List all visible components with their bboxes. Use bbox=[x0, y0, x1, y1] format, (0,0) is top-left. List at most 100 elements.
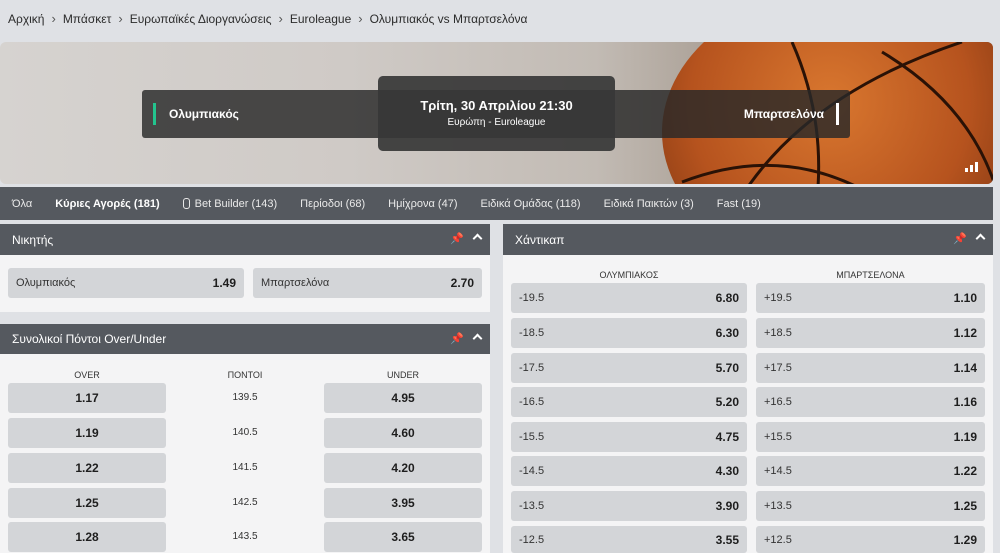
handicap-line: -14.5 bbox=[519, 465, 545, 477]
odd-value: 1.17 bbox=[75, 391, 99, 405]
odd-button-over[interactable]: 1.17 bbox=[8, 383, 166, 413]
market-tabs: Όλα Κύριες Αγορές (181) Bet Builder (143… bbox=[0, 187, 993, 220]
column-header-points: ΠΟΝΤΟΙ bbox=[227, 370, 263, 380]
winner-market-header[interactable]: Νικητής 📌 bbox=[0, 224, 490, 255]
odd-value: 3.95 bbox=[391, 496, 415, 510]
handicap-line: +15.5 bbox=[764, 431, 792, 443]
handicap-odd-home[interactable]: -19.5 6.80 bbox=[511, 283, 747, 313]
chevron-right-icon: › bbox=[118, 11, 123, 26]
totals-market-header[interactable]: Συνολικοί Πόντοι Over/Under 📌 bbox=[0, 324, 490, 354]
winner-market-title: Νικητής bbox=[12, 232, 54, 247]
away-team-name: Μπαρτσελόνα bbox=[744, 90, 850, 138]
odd-button-under[interactable]: 3.95 bbox=[324, 488, 482, 518]
odd-value: 4.20 bbox=[391, 461, 415, 475]
handicap-odd-home[interactable]: -18.5 6.30 bbox=[511, 318, 747, 348]
handicap-odd-away[interactable]: +15.5 1.19 bbox=[756, 422, 985, 452]
tab-halves[interactable]: Ημίχρονα (47) bbox=[388, 198, 457, 210]
handicap-odd-home[interactable]: -15.5 4.75 bbox=[511, 422, 747, 452]
tab-fast[interactable]: Fast (19) bbox=[717, 198, 761, 210]
handicap-line: +12.5 bbox=[764, 533, 792, 546]
match-competition: Ευρώπη - Euroleague bbox=[447, 117, 546, 128]
odd-button-under[interactable]: 3.65 bbox=[324, 522, 482, 552]
odd-value: 4.95 bbox=[391, 391, 415, 405]
tab-main-markets[interactable]: Κύριες Αγορές (181) bbox=[55, 198, 159, 210]
handicap-line: -18.5 bbox=[519, 327, 545, 339]
points-line: 141.5 bbox=[232, 462, 258, 473]
handicap-line: -15.5 bbox=[519, 431, 545, 443]
selection-label: Ολυμπιακός bbox=[16, 277, 76, 289]
match-hero: Ολυμπιακός Μπαρτσελόνα Τρίτη, 30 Απριλίο… bbox=[0, 42, 993, 184]
chevron-right-icon: › bbox=[51, 11, 56, 26]
odd-value: 4.75 bbox=[715, 430, 739, 444]
odd-value: 3.90 bbox=[715, 499, 739, 513]
chevron-right-icon: › bbox=[278, 11, 283, 26]
handicap-line: +19.5 bbox=[764, 292, 792, 304]
odd-button-under[interactable]: 4.20 bbox=[324, 453, 482, 483]
handicap-line: +14.5 bbox=[764, 465, 792, 477]
odd-button-over[interactable]: 1.19 bbox=[8, 418, 166, 448]
tab-team-specials[interactable]: Ειδικά Ομάδας (118) bbox=[481, 198, 581, 210]
odd-value: 2.70 bbox=[450, 276, 474, 290]
handicap-odd-home[interactable]: -12.5 3.55 bbox=[511, 526, 747, 553]
odd-value: 1.12 bbox=[953, 326, 977, 340]
handicap-odd-home[interactable]: -13.5 3.90 bbox=[511, 491, 747, 521]
handicap-odd-away[interactable]: +17.5 1.14 bbox=[756, 353, 985, 383]
odd-value: 3.65 bbox=[391, 530, 415, 544]
tab-player-specials[interactable]: Ειδικά Παικτών (3) bbox=[604, 198, 694, 210]
handicap-odd-home[interactable]: -14.5 4.30 bbox=[511, 456, 747, 486]
odd-button-under[interactable]: 4.95 bbox=[324, 383, 482, 413]
odd-value: 1.49 bbox=[212, 276, 236, 290]
stats-icon[interactable] bbox=[965, 162, 979, 172]
handicap-line: -17.5 bbox=[519, 362, 545, 374]
odd-button-home-win[interactable]: Ολυμπιακός 1.49 bbox=[8, 268, 244, 298]
breadcrumb-euroleague[interactable]: Euroleague bbox=[290, 12, 351, 26]
pin-icon[interactable]: 📌 bbox=[450, 234, 464, 245]
odd-value: 1.22 bbox=[75, 461, 99, 475]
handicap-odd-away[interactable]: +14.5 1.22 bbox=[756, 456, 985, 486]
handicap-line: -19.5 bbox=[519, 292, 545, 304]
odd-button-away-win[interactable]: Μπαρτσελόνα 2.70 bbox=[253, 268, 482, 298]
odd-value: 5.20 bbox=[715, 395, 739, 409]
points-line: 139.5 bbox=[232, 392, 258, 403]
odd-button-over[interactable]: 1.22 bbox=[8, 453, 166, 483]
handicap-odd-home[interactable]: -16.5 5.20 bbox=[511, 387, 747, 417]
odd-button-over[interactable]: 1.25 bbox=[8, 488, 166, 518]
odd-value: 1.14 bbox=[953, 361, 977, 375]
winner-market: Νικητής 📌 Ολυμπιακός 1.49 Μπαρτσελόνα 2.… bbox=[0, 224, 490, 312]
tab-all[interactable]: Όλα bbox=[12, 198, 32, 210]
breadcrumb-basketball[interactable]: Μπάσκετ bbox=[63, 12, 112, 26]
odd-button-over[interactable]: 1.28 bbox=[8, 522, 166, 552]
odd-value: 4.30 bbox=[715, 464, 739, 478]
handicap-odd-away[interactable]: +16.5 1.16 bbox=[756, 387, 985, 417]
handicap-line: -13.5 bbox=[519, 500, 545, 512]
column-header-away: ΜΠΑΡΤΣΕΛΟΝΑ bbox=[836, 270, 905, 280]
points-line: 142.5 bbox=[232, 497, 258, 508]
tab-bet-builder[interactable]: Bet Builder (143) bbox=[182, 198, 277, 210]
handicap-line: +16.5 bbox=[764, 396, 792, 408]
pin-icon[interactable]: 📌 bbox=[953, 234, 967, 245]
handicap-market-header[interactable]: Χάντικαπ 📌 bbox=[503, 224, 993, 255]
tab-periods[interactable]: Περίοδοι (68) bbox=[300, 198, 365, 210]
handicap-line: +13.5 bbox=[764, 500, 792, 512]
handicap-odd-away[interactable]: +13.5 1.25 bbox=[756, 491, 985, 521]
handicap-odd-away[interactable]: +19.5 1.10 bbox=[756, 283, 985, 313]
odd-value: 6.80 bbox=[715, 291, 739, 305]
match-datetime: Τρίτη, 30 Απριλίου 21:30 bbox=[420, 98, 573, 113]
column-header-over: OVER bbox=[74, 370, 100, 380]
breadcrumb-current-match: Ολυμπιακός vs Μπαρτσελόνα bbox=[369, 11, 528, 26]
chevron-up-icon[interactable] bbox=[975, 233, 986, 244]
totals-market: Συνολικοί Πόντοι Over/Under 📌 OVER ΠΟΝΤΟ… bbox=[0, 324, 490, 553]
breadcrumb-home[interactable]: Αρχική bbox=[8, 12, 44, 26]
odd-value: 6.30 bbox=[715, 326, 739, 340]
chevron-up-icon[interactable] bbox=[472, 233, 483, 244]
chevron-up-icon[interactable] bbox=[472, 333, 483, 344]
breadcrumb-european-competitions[interactable]: Ευρωπαϊκές Διοργανώσεις bbox=[130, 12, 272, 26]
handicap-line: -12.5 bbox=[519, 533, 545, 546]
odd-value: 1.25 bbox=[75, 496, 99, 510]
odd-button-under[interactable]: 4.60 bbox=[324, 418, 482, 448]
handicap-odd-away[interactable]: +18.5 1.12 bbox=[756, 318, 985, 348]
handicap-odd-away[interactable]: +12.5 1.29 bbox=[756, 526, 985, 553]
odd-value: 1.16 bbox=[953, 395, 977, 409]
pin-icon[interactable]: 📌 bbox=[450, 334, 464, 345]
handicap-odd-home[interactable]: -17.5 5.70 bbox=[511, 353, 747, 383]
